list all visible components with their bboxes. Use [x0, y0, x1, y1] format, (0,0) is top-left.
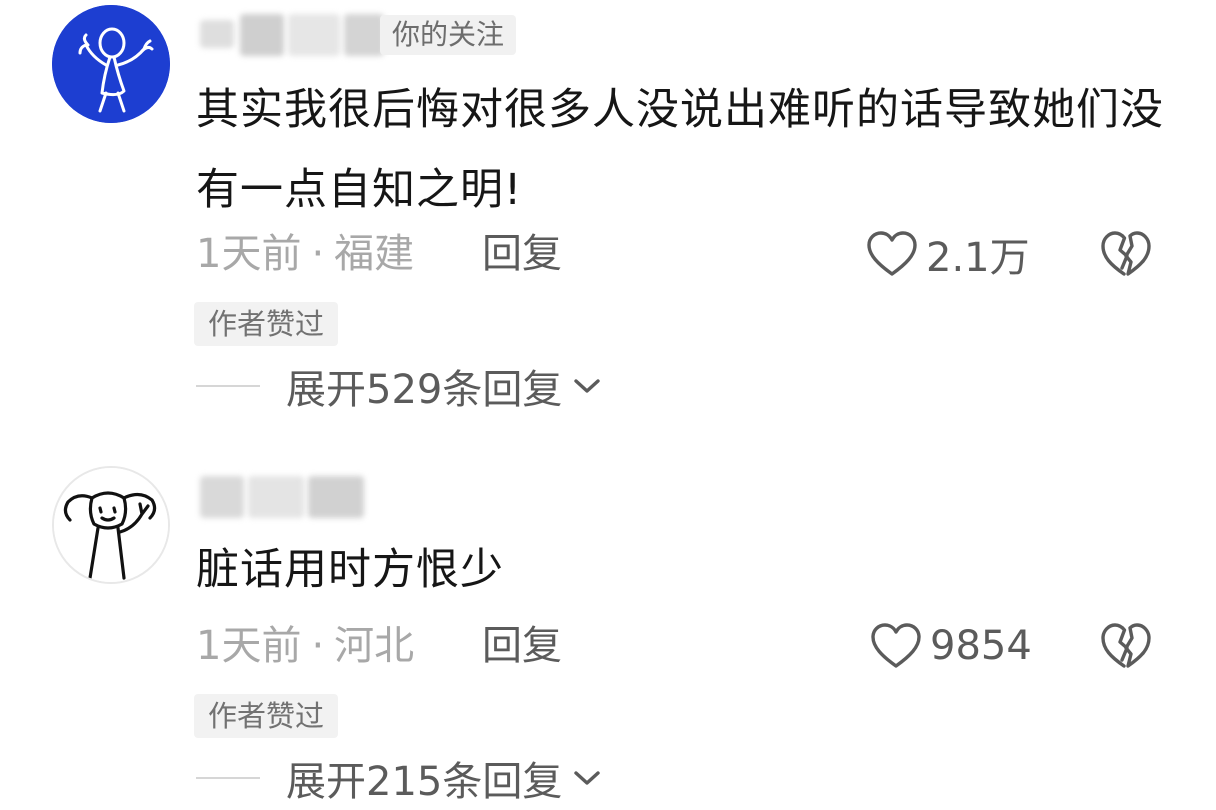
- comment-meta: 1天前 · 河北: [196, 618, 414, 674]
- author-liked-badge: 作者赞过: [194, 694, 339, 738]
- comment-text: 脏话用时方恨少: [196, 545, 504, 595]
- reply-button[interactable]: 回复: [482, 618, 562, 674]
- location: 河北: [334, 623, 415, 669]
- dislike-button[interactable]: [1100, 620, 1152, 672]
- comment-item: 脏话用时方恨少 1天前 · 河北 回复 9854 作者赞过 展开215条回复: [0, 0, 1216, 810]
- comment-list: 你的关注 其实我很后悔对很多人没说出难听的话导致她们没有一点自知之明! 1天前 ·…: [0, 0, 1216, 810]
- timestamp: 1天前: [196, 623, 302, 669]
- heart-icon: [871, 623, 921, 668]
- redacted-block: [308, 476, 364, 518]
- like-count: 9854: [930, 623, 1032, 669]
- separator: ·: [311, 623, 325, 669]
- redacted-block: [200, 476, 244, 518]
- doodle-girl-avatar-icon: [54, 468, 168, 582]
- expand-replies-label: 展开215条回复: [286, 759, 563, 805]
- expand-replies-button[interactable]: 展开215条回复: [196, 750, 602, 806]
- comment-actions: 1天前 · 河北 回复 9854: [196, 618, 1166, 674]
- chevron-down-icon: [574, 771, 601, 785]
- like-button[interactable]: 9854: [870, 620, 1032, 672]
- divider: [196, 777, 260, 779]
- broken-heart-icon: [1101, 623, 1151, 668]
- redacted-block: [248, 476, 304, 518]
- avatar[interactable]: [52, 466, 170, 584]
